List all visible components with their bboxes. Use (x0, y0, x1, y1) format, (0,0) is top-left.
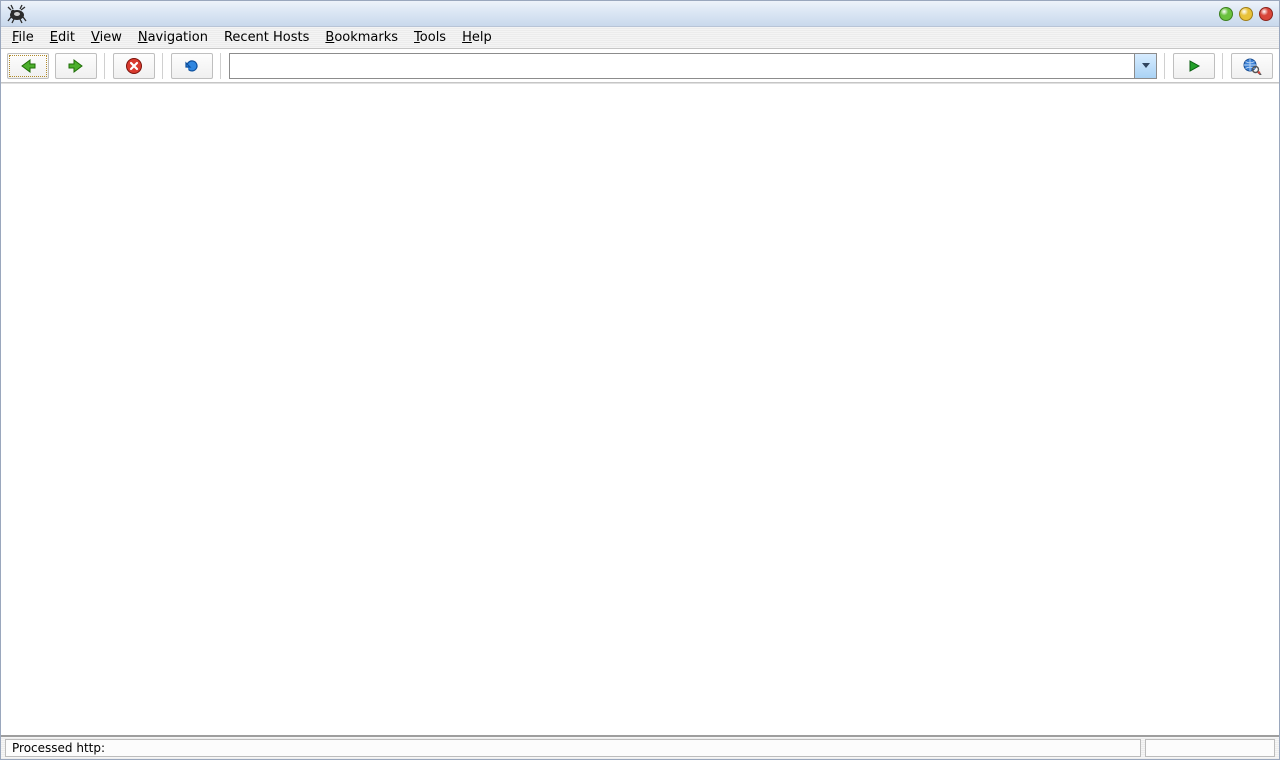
toolbar-separator (220, 53, 222, 79)
menu-file[interactable]: File (5, 28, 41, 47)
toolbar-separator (162, 53, 164, 79)
forward-button[interactable] (55, 53, 97, 79)
app-window: File Edit View Navigation Recent Hosts B… (0, 0, 1280, 760)
app-icon (7, 4, 27, 24)
menubar: File Edit View Navigation Recent Hosts B… (1, 27, 1279, 49)
statusbar: Processed http: (1, 735, 1279, 759)
play-icon (1187, 59, 1201, 73)
menu-navigation[interactable]: Navigation (131, 28, 215, 47)
menu-edit[interactable]: Edit (43, 28, 82, 47)
menu-view[interactable]: View (84, 28, 129, 47)
reload-icon (183, 57, 201, 75)
menu-bookmarks[interactable]: Bookmarks (318, 28, 405, 47)
stop-icon (125, 57, 143, 75)
content-area (1, 83, 1279, 735)
toolbar (1, 49, 1279, 83)
url-combobox[interactable] (229, 53, 1157, 79)
close-button[interactable] (1259, 7, 1273, 21)
stop-button[interactable] (113, 53, 155, 79)
arrow-left-icon (18, 57, 38, 75)
toolbar-separator (1164, 53, 1166, 79)
globe-search-icon (1242, 57, 1262, 75)
menu-recent-hosts[interactable]: Recent Hosts (217, 28, 316, 47)
menu-tools[interactable]: Tools (407, 28, 453, 47)
titlebar (1, 1, 1279, 27)
maximize-button[interactable] (1239, 7, 1253, 21)
go-button[interactable] (1173, 53, 1215, 79)
chevron-down-icon (1141, 59, 1151, 73)
status-message: Processed http: (5, 739, 1141, 757)
url-dropdown-button[interactable] (1134, 54, 1156, 78)
url-input[interactable] (230, 54, 1134, 78)
status-right-cell (1145, 739, 1275, 757)
reload-button[interactable] (171, 53, 213, 79)
back-button[interactable] (7, 53, 49, 79)
toolbar-separator (104, 53, 106, 79)
toolbar-separator (1222, 53, 1224, 79)
menu-help[interactable]: Help (455, 28, 499, 47)
search-web-button[interactable] (1231, 53, 1273, 79)
window-controls (1219, 7, 1273, 21)
minimize-button[interactable] (1219, 7, 1233, 21)
arrow-right-icon (66, 57, 86, 75)
